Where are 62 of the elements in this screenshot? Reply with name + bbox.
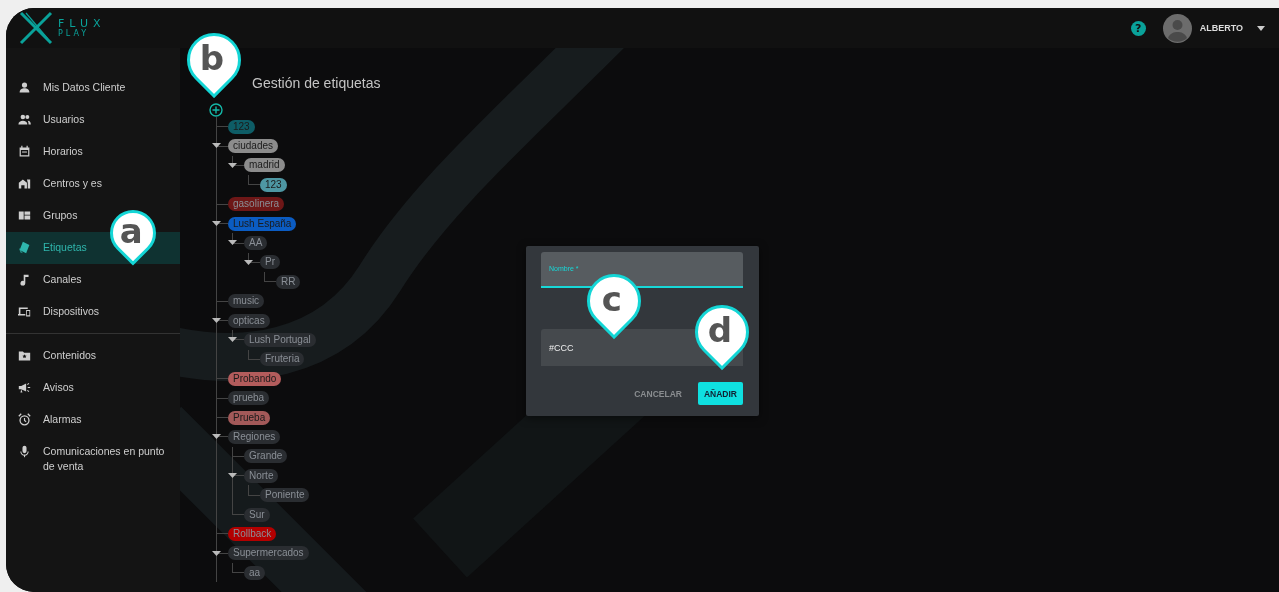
tag-chip[interactable]: Prueba — [228, 410, 271, 425]
tag-chip[interactable]: opticas — [228, 313, 270, 328]
page-title: Gestión de etiquetas — [252, 75, 382, 91]
add-button[interactable]: AÑADIR — [697, 382, 743, 405]
sidebar-item-icon — [18, 381, 31, 394]
sidebar-item[interactable]: Usuarios — [6, 104, 180, 136]
tag-chip[interactable]: AA — [244, 236, 268, 251]
sidebar-item[interactable]: Horarios — [6, 136, 180, 168]
tag-chip[interactable]: Supermercados — [228, 546, 309, 561]
sidebar-item-icon — [18, 113, 31, 126]
tag-chip[interactable]: 123 — [260, 177, 287, 192]
sidebar-item[interactable]: Dispositivos — [6, 296, 180, 328]
tag-chip[interactable]: RR — [276, 274, 301, 289]
tag-chip[interactable]: aa — [244, 565, 266, 580]
sidebar-item-icon — [18, 445, 31, 458]
tag-chip[interactable]: Norte — [244, 468, 279, 483]
tag-chip[interactable]: Fruteria — [260, 352, 305, 367]
caret-icon[interactable] — [212, 434, 221, 440]
tag-chip[interactable]: music — [228, 294, 265, 309]
caret-icon[interactable] — [228, 240, 237, 246]
caret-icon[interactable] — [228, 473, 237, 479]
sidebar-item[interactable]: Contenidos — [6, 340, 180, 372]
cancel-button[interactable]: CANCELAR — [628, 382, 688, 405]
sidebar-item[interactable]: Avisos — [6, 372, 180, 404]
add-icon[interactable] — [209, 103, 223, 117]
tag-chip[interactable]: Poniente — [260, 488, 310, 503]
caret-icon[interactable] — [212, 550, 221, 556]
help-icon[interactable]: ? — [1130, 20, 1146, 36]
tag-chip[interactable]: Regiones — [228, 429, 281, 444]
tag-chip[interactable]: 123 — [228, 119, 255, 134]
sidebar-item-icon — [18, 177, 31, 190]
logo-tagline: PLAY — [58, 30, 91, 38]
avatar-icon[interactable] — [1162, 13, 1192, 43]
tag-chip[interactable]: Pr — [260, 255, 280, 270]
sidebar-item-icon — [18, 81, 31, 94]
tag-chip[interactable]: Grande — [244, 449, 288, 464]
user-name[interactable]: ALBERTO — [1199, 23, 1243, 33]
sidebar-item[interactable]: Centros y es — [6, 168, 180, 200]
caret-icon[interactable] — [244, 259, 253, 265]
sidebar-item-icon — [18, 145, 31, 158]
tag-chip[interactable]: madrid — [244, 158, 285, 173]
tag-chip[interactable]: ciudades — [228, 139, 279, 154]
logo-wordmark: FLUX — [58, 18, 106, 29]
logo-icon — [18, 11, 54, 45]
caret-icon[interactable] — [212, 317, 221, 323]
sidebar-item[interactable]: Canales — [6, 264, 180, 296]
sidebar-item[interactable]: Comunicaciones en punto de venta — [6, 436, 180, 482]
sidebar-item[interactable]: Alarmas — [6, 404, 180, 436]
caret-icon[interactable] — [212, 220, 221, 226]
sidebar-item-icon — [18, 209, 31, 222]
caret-icon[interactable] — [212, 143, 221, 149]
sidebar-item-icon — [18, 413, 31, 426]
sidebar-item-icon — [18, 305, 31, 318]
sidebar-item-icon — [18, 273, 31, 286]
tag-chip[interactable]: prueba — [228, 391, 270, 406]
tag-chip[interactable]: Lush España — [228, 216, 297, 231]
caret-icon[interactable] — [228, 337, 237, 343]
caret-icon[interactable] — [228, 162, 237, 168]
caret-icon[interactable] — [1257, 25, 1265, 31]
sidebar-item-icon — [18, 241, 31, 254]
sidebar-item-icon — [18, 349, 31, 362]
tag-chip[interactable]: gasolinera — [228, 197, 285, 212]
